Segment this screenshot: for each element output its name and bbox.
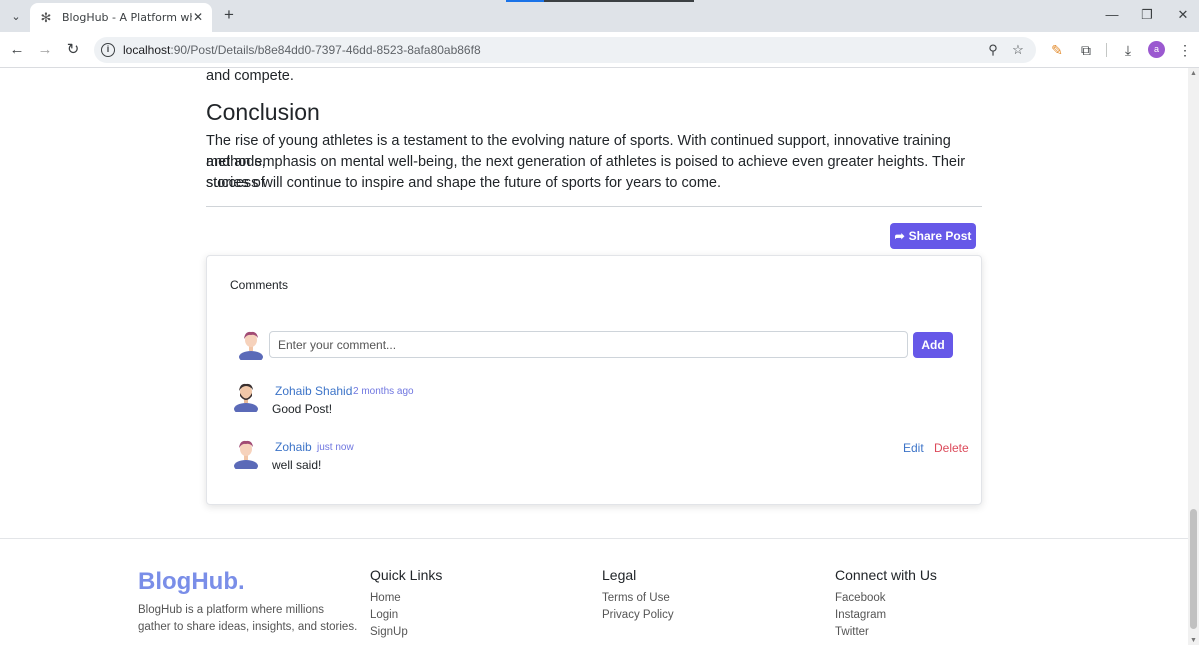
- tab-loading-indicator: [506, 0, 694, 2]
- current-user-avatar-icon: [239, 331, 263, 360]
- comment-text: Good Post!: [272, 402, 333, 416]
- delete-comment-link[interactable]: Delete: [934, 441, 969, 455]
- share-arrow-icon: ➦: [894, 229, 905, 243]
- browser-tab-bar: ⌄ ✻ BlogHub - A Platform where yo ✕ + — …: [0, 0, 1199, 32]
- site-info-icon[interactable]: i: [101, 43, 115, 57]
- footer-brand-logo[interactable]: BlogHub.: [138, 568, 245, 596]
- article-divider: [206, 206, 982, 207]
- browser-toolbar: ← → ↻ i localhost:90/Post/Details/b8e84d…: [0, 32, 1199, 68]
- share-post-label: Share Post: [908, 229, 972, 243]
- footer-divider: [0, 538, 1188, 539]
- quick-links-title: Quick Links: [370, 567, 443, 583]
- minimize-icon[interactable]: —: [1103, 6, 1121, 24]
- comment-input[interactable]: [269, 331, 908, 358]
- footer-brand-description: BlogHub is a platform where millions gat…: [138, 604, 358, 633]
- comments-card: Comments Add Zohaib Shahid 2 months ago …: [206, 255, 982, 505]
- tab-search-chevron-icon[interactable]: ⌄: [6, 6, 26, 26]
- conclusion-line-3: success will continue to inspire and sha…: [206, 175, 722, 191]
- legal-title: Legal: [602, 567, 637, 583]
- downloads-icon[interactable]: ⤓: [1119, 41, 1137, 59]
- footer-link-privacy[interactable]: Privacy Policy: [602, 609, 674, 621]
- share-post-button[interactable]: ➦ Share Post: [890, 223, 976, 249]
- footer-link-login[interactable]: Login: [370, 609, 398, 621]
- comment-text: well said!: [272, 458, 322, 472]
- comments-title: Comments: [230, 278, 289, 292]
- comment-avatar-icon: [234, 383, 258, 412]
- address-bar[interactable]: i localhost:90/Post/Details/b8e84dd0-739…: [94, 37, 1036, 63]
- footer-link-facebook[interactable]: Facebook: [835, 592, 886, 604]
- footer-link-terms[interactable]: Terms of Use: [602, 592, 670, 604]
- comment-avatar-icon: [234, 440, 258, 469]
- scroll-down-arrow-icon[interactable]: ▼: [1190, 637, 1197, 644]
- toolbar-separator: [1106, 43, 1107, 57]
- forward-arrow-icon[interactable]: →: [35, 40, 55, 60]
- conclusion-heading: Conclusion: [206, 99, 320, 125]
- zoom-magnifier-icon[interactable]: ⚲: [985, 42, 1001, 58]
- page-scrollbar[interactable]: ▲ ▼: [1188, 68, 1199, 645]
- reload-icon[interactable]: ↻: [63, 40, 83, 60]
- comment-author[interactable]: Zohaib: [275, 440, 312, 454]
- restore-icon[interactable]: ❐: [1138, 6, 1156, 24]
- article-paragraph-tail: and compete.: [206, 68, 294, 84]
- comment-time: just now: [317, 442, 354, 453]
- scroll-up-arrow-icon[interactable]: ▲: [1190, 70, 1197, 77]
- comment-time: 2 months ago: [353, 386, 414, 397]
- edit-comment-link[interactable]: Edit: [903, 441, 924, 455]
- back-arrow-icon[interactable]: ←: [7, 40, 27, 60]
- browser-tab[interactable]: ✻ BlogHub - A Platform where yo ✕: [30, 3, 212, 32]
- new-tab-plus-icon[interactable]: +: [220, 6, 238, 24]
- menu-kebab-icon[interactable]: ⋮: [1176, 41, 1194, 59]
- connect-title: Connect with Us: [835, 567, 937, 583]
- url-text: localhost:90/Post/Details/b8e84dd0-7397-…: [123, 43, 481, 57]
- tab-title: BlogHub - A Platform where yo: [62, 11, 192, 24]
- pen-extension-icon[interactable]: ✎: [1048, 41, 1066, 59]
- footer-link-instagram[interactable]: Instagram: [835, 609, 886, 621]
- extensions-puzzle-icon[interactable]: ⧉: [1077, 41, 1095, 59]
- bloghub-favicon-icon: ✻: [40, 9, 52, 25]
- tab-close-icon[interactable]: ✕: [191, 10, 205, 24]
- page-viewport: and compete. Conclusion The rise of youn…: [0, 68, 1188, 645]
- profile-avatar[interactable]: a: [1148, 41, 1165, 58]
- scrollbar-thumb[interactable]: [1190, 509, 1197, 629]
- window-close-icon[interactable]: ✕: [1174, 6, 1192, 24]
- comment-author[interactable]: Zohaib Shahid: [275, 384, 352, 398]
- bookmark-star-icon[interactable]: ☆: [1010, 42, 1026, 58]
- footer-link-home[interactable]: Home: [370, 592, 401, 604]
- footer-link-twitter[interactable]: Twitter: [835, 626, 869, 638]
- footer-link-signup[interactable]: SignUp: [370, 626, 408, 638]
- add-comment-button[interactable]: Add: [913, 332, 953, 358]
